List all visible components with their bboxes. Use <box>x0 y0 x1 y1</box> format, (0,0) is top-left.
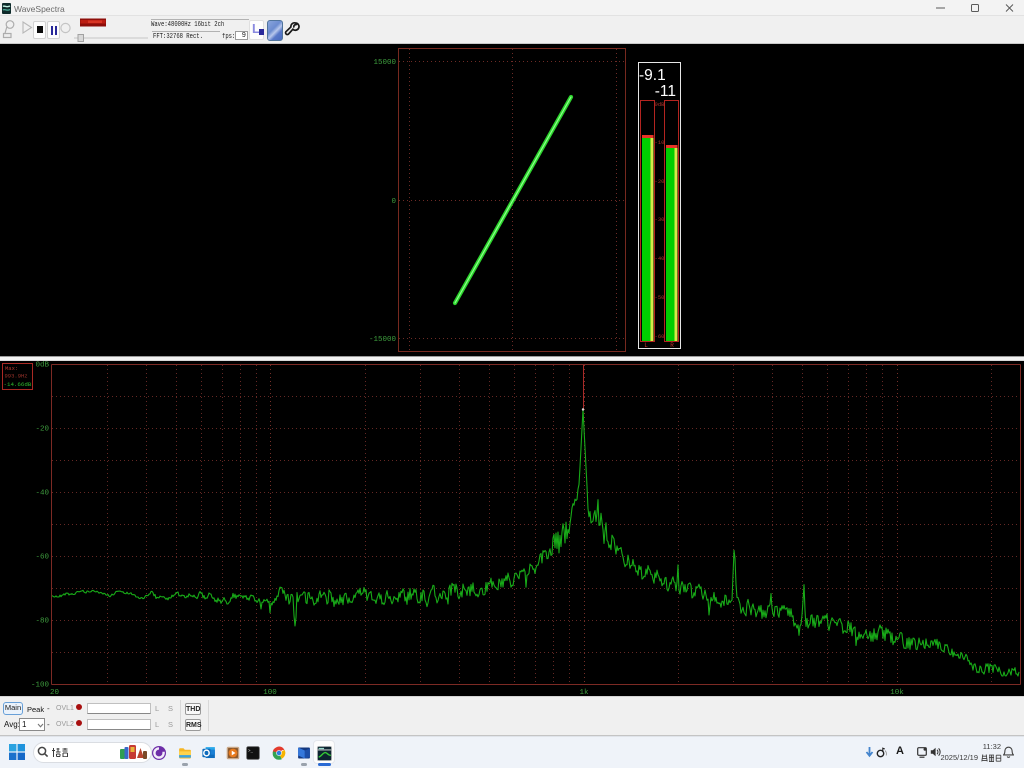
svg-text:-40: -40 <box>655 255 665 262</box>
svg-text:-15000: -15000 <box>369 336 397 344</box>
svg-text:20: 20 <box>50 689 60 696</box>
svg-text:1k: 1k <box>579 689 589 696</box>
svg-text:-60: -60 <box>655 333 665 340</box>
svg-text:100: 100 <box>263 689 277 696</box>
svg-text:0: 0 <box>391 198 396 206</box>
svg-text:15000: 15000 <box>373 59 396 67</box>
svg-text:-14.66dB: -14.66dB <box>4 381 32 388</box>
svg-text:-40: -40 <box>35 490 49 498</box>
svg-text:-50: -50 <box>655 294 665 301</box>
svg-text:L: L <box>644 342 648 349</box>
svg-text:-11: -11 <box>655 83 676 100</box>
svg-text:R: R <box>670 342 674 349</box>
svg-text:-20: -20 <box>35 426 49 434</box>
svg-text:-20: -20 <box>655 178 665 185</box>
svg-text:-9.1: -9.1 <box>639 67 666 84</box>
svg-text:-30: -30 <box>655 216 665 223</box>
svg-text:Max:: Max: <box>5 365 18 372</box>
svg-text:-100: -100 <box>31 682 50 690</box>
svg-text:10k: 10k <box>890 689 904 696</box>
svg-text:-10: -10 <box>655 139 665 146</box>
svg-text:0dB: 0dB <box>655 101 666 108</box>
svg-text:-60: -60 <box>35 554 49 562</box>
svg-text:-80: -80 <box>35 618 49 626</box>
svg-text:0dB: 0dB <box>35 362 49 370</box>
svg-text:993.9Hz: 993.9Hz <box>5 373 28 380</box>
svg-text:>_: >_ <box>248 749 254 754</box>
